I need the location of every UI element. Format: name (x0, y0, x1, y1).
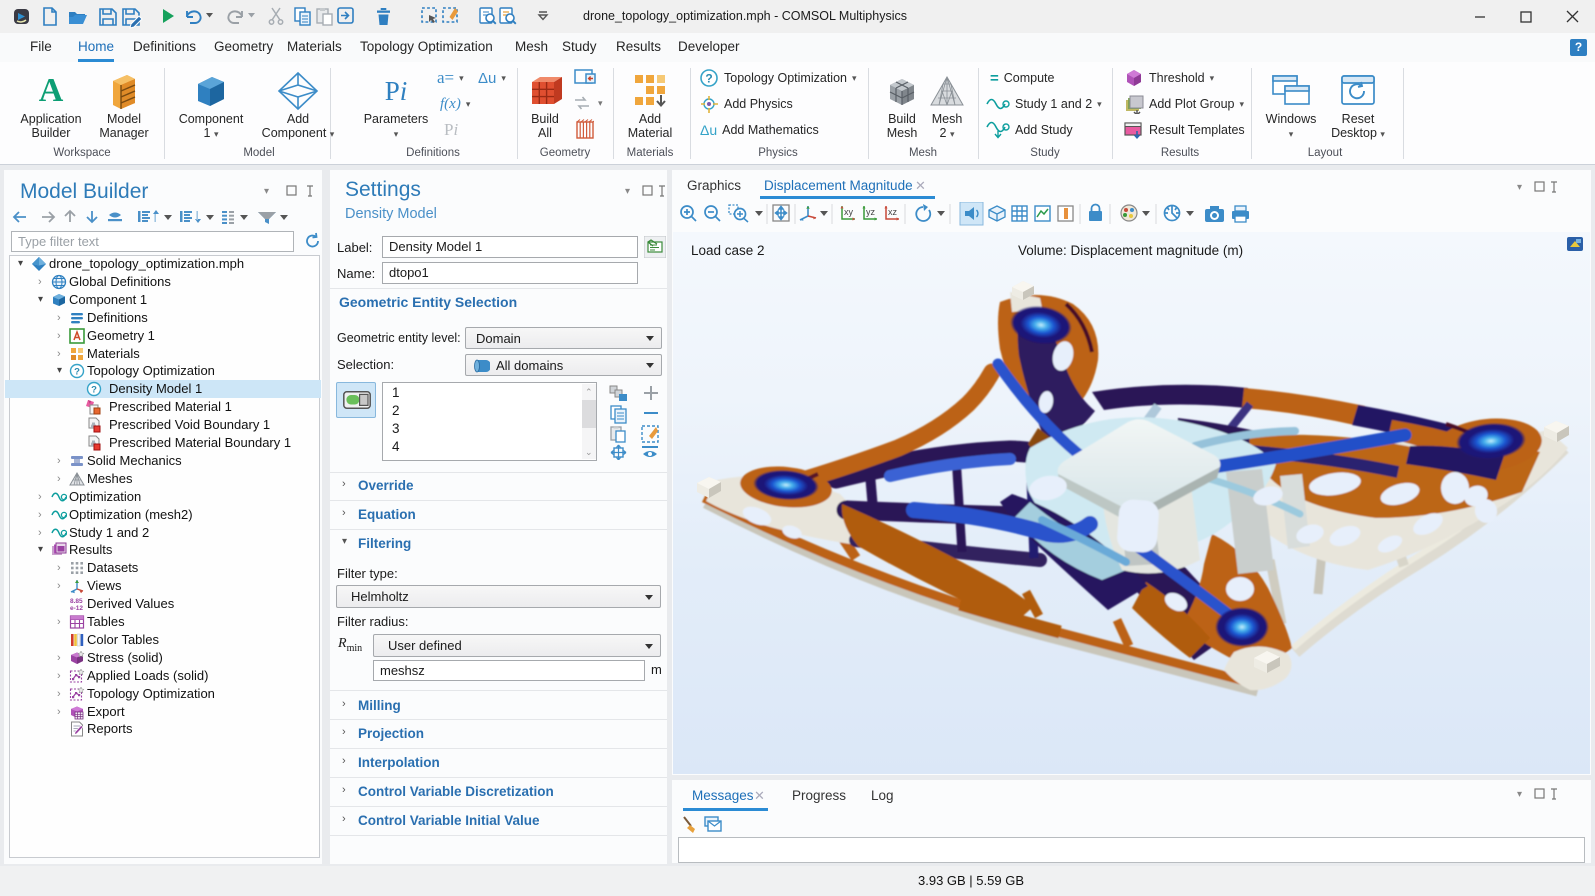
svg-text:?: ? (74, 367, 80, 378)
svg-text:8.85: 8.85 (70, 598, 83, 605)
svg-text:?: ? (705, 71, 712, 85)
svg-text:xy: xy (844, 207, 854, 217)
svg-text:xz: xz (888, 207, 898, 217)
svg-text:yz: yz (866, 207, 876, 217)
svg-text:?: ? (91, 385, 97, 396)
svg-text:e-12: e-12 (70, 605, 83, 612)
